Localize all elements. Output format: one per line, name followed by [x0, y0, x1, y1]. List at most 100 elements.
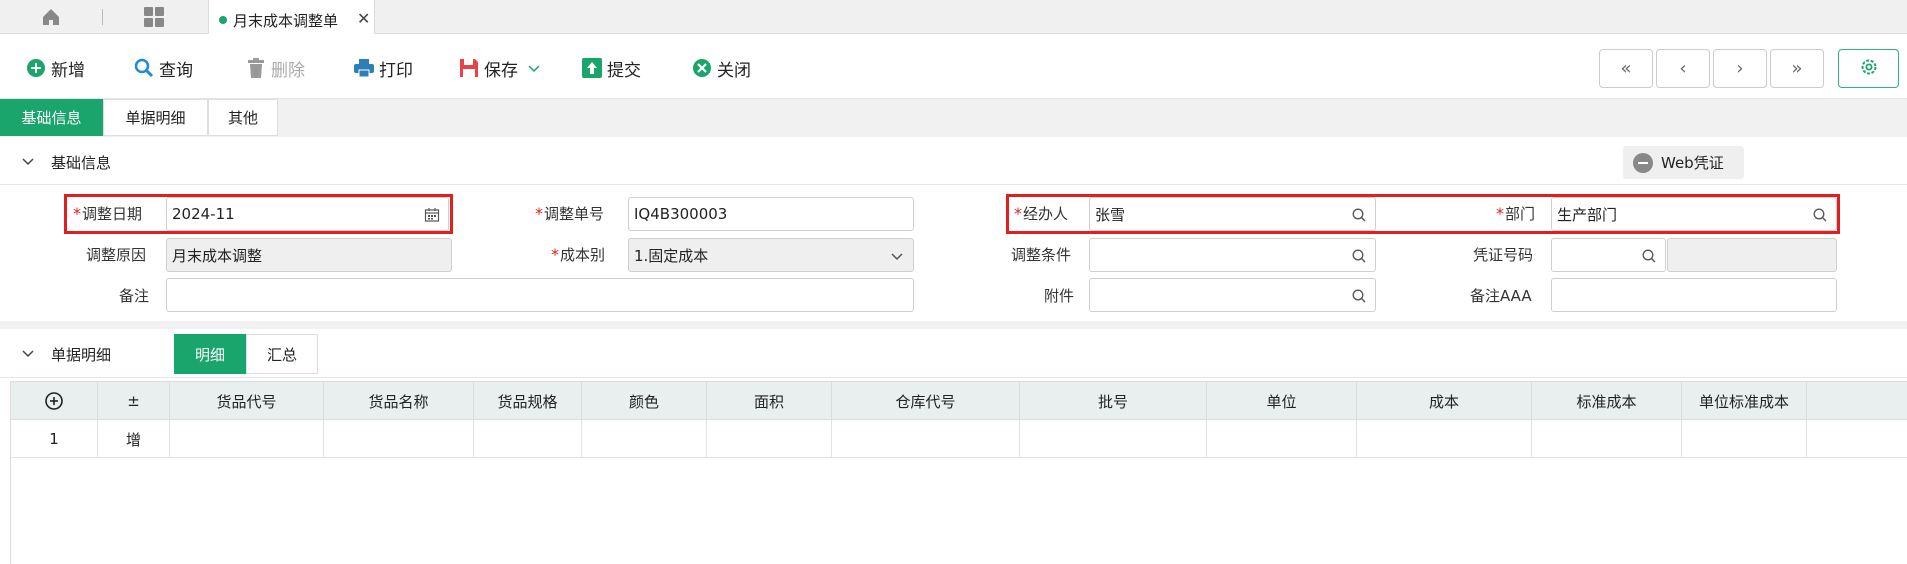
last-record-button[interactable]: » [1770, 49, 1824, 88]
chevron-down-icon[interactable] [528, 58, 540, 78]
column-header[interactable]: 货品代号 [170, 382, 324, 420]
adjust-cond-label: 调整条件 [1011, 246, 1072, 264]
adjust-no-value: IQ4B300003 [634, 205, 728, 223]
tab-summary[interactable]: 汇总 [246, 334, 318, 374]
table-cell[interactable] [170, 420, 324, 458]
search-icon[interactable] [1351, 248, 1367, 264]
table-cell[interactable] [832, 420, 1020, 458]
adjust-reason-field[interactable]: 月末成本调整 [166, 238, 452, 272]
row-index: 1 [11, 420, 98, 458]
chevron-down-icon[interactable] [20, 154, 36, 170]
section-title: 单据明细 [51, 346, 112, 364]
submit-button[interactable]: 提交 [581, 56, 641, 81]
submit-label: 提交 [607, 60, 641, 81]
table-cell[interactable] [707, 420, 832, 458]
search-icon[interactable] [1351, 207, 1367, 223]
column-header[interactable]: 货品名称 [324, 382, 474, 420]
voucher-no-label: 凭证号码 [1473, 246, 1534, 264]
adjust-no-label: *调整单号 [535, 204, 605, 223]
basic-info-section-header[interactable]: 基础信息 [0, 139, 1907, 185]
table-cell[interactable] [1532, 420, 1682, 458]
search-icon[interactable] [1641, 248, 1657, 264]
handler-label: *经办人 [1014, 204, 1069, 223]
adjust-reason-value: 月末成本调整 [172, 246, 263, 265]
document-tab[interactable]: 月末成本调整单 ✕ [208, 0, 375, 35]
previous-record-button[interactable]: ‹ [1656, 49, 1710, 88]
table-cell[interactable] [474, 420, 582, 458]
query-button[interactable]: 查询 [133, 56, 193, 81]
table-cell[interactable] [1207, 420, 1357, 458]
section-title: 基础信息 [51, 154, 112, 172]
chevron-down-icon[interactable] [20, 346, 36, 362]
first-record-button[interactable]: « [1599, 49, 1653, 88]
column-header[interactable]: 颜色 [582, 382, 707, 420]
close-tab-icon[interactable]: ✕ [357, 9, 370, 28]
floppy-disk-icon [458, 57, 480, 79]
column-header[interactable]: 标准成本 [1532, 382, 1682, 420]
attachment-field[interactable] [1089, 278, 1376, 312]
detail-grid: ± 货品代号 货品名称 货品规格 颜色 面积 仓库代号 批号 单位 成本 标准成… [10, 381, 1907, 564]
new-label: 新增 [51, 60, 85, 81]
minus-circle-icon [1633, 152, 1653, 173]
cost-type-value: 1.固定成本 [634, 246, 709, 265]
grid-header: ± 货品代号 货品名称 货品规格 颜色 面积 仓库代号 批号 单位 成本 标准成… [11, 382, 1907, 420]
column-header[interactable]: 单位 [1207, 382, 1357, 420]
column-header[interactable]: 成本 [1357, 382, 1532, 420]
new-button[interactable]: 新增 [25, 56, 85, 81]
column-header[interactable]: 仓库代号 [832, 382, 1020, 420]
upload-icon [581, 57, 603, 79]
print-label: 打印 [379, 60, 413, 81]
gear-icon [1859, 57, 1879, 81]
tab-bar: 月末成本调整单 ✕ [0, 0, 1907, 35]
tab-basic-info[interactable]: 基础信息 [0, 99, 103, 136]
table-cell[interactable] [324, 420, 474, 458]
remark-field[interactable] [166, 278, 914, 312]
page-tabs: 基础信息 单据明细 其他 [0, 99, 1907, 137]
adjust-date-field[interactable]: 2024-11 [166, 197, 449, 231]
adjust-cond-field[interactable] [1089, 238, 1376, 272]
next-record-button[interactable]: › [1713, 49, 1767, 88]
column-header[interactable]: 单位标准成本 [1682, 382, 1807, 420]
calendar-icon[interactable] [424, 207, 440, 223]
document-tab-label: 月末成本调整单 [233, 12, 339, 30]
home-icon[interactable] [40, 6, 62, 28]
section-divider [0, 321, 1907, 329]
web-voucher-button[interactable]: Web凭证 [1623, 146, 1744, 179]
close-button[interactable]: 关闭 [691, 56, 751, 81]
chevron-down-icon[interactable] [889, 248, 905, 264]
print-button[interactable]: 打印 [353, 56, 413, 81]
adjust-no-field[interactable]: IQ4B300003 [628, 197, 914, 231]
column-header[interactable]: ± [98, 382, 170, 420]
handler-field[interactable]: 张雪 [1089, 197, 1376, 231]
adjust-reason-label: 调整原因 [86, 246, 147, 264]
search-icon [133, 57, 155, 79]
table-cell[interactable] [582, 420, 707, 458]
delete-button[interactable]: 删除 [245, 56, 305, 81]
table-row[interactable]: 1 增 [11, 420, 1907, 458]
grid-apps-icon[interactable] [143, 6, 165, 28]
remark-aaa-field[interactable] [1551, 278, 1837, 312]
column-header[interactable]: 货品规格 [474, 382, 582, 420]
column-header[interactable]: 面积 [707, 382, 832, 420]
close-circle-icon [691, 57, 713, 79]
search-icon[interactable] [1351, 288, 1367, 304]
detail-tabs: 明细 汇总 [174, 334, 318, 374]
tab-bill-detail[interactable]: 单据明细 [103, 99, 208, 136]
save-button[interactable]: 保存 [458, 56, 540, 81]
settings-button[interactable] [1838, 49, 1899, 88]
tab-detail[interactable]: 明细 [174, 334, 246, 374]
cost-type-label: *成本别 [551, 245, 606, 264]
search-icon[interactable] [1812, 207, 1828, 223]
cost-type-select[interactable]: 1.固定成本 [628, 238, 914, 272]
add-row-icon[interactable] [11, 382, 98, 420]
table-cell[interactable] [1682, 420, 1807, 458]
dept-label: *部门 [1496, 204, 1536, 223]
table-cell[interactable] [1020, 420, 1207, 458]
voucher-no-field[interactable] [1551, 238, 1666, 272]
active-dot-icon [219, 16, 227, 24]
adjust-date-value: 2024-11 [172, 205, 235, 223]
dept-field[interactable]: 生产部门 [1551, 197, 1837, 231]
column-header[interactable]: 批号 [1020, 382, 1207, 420]
tab-other[interactable]: 其他 [208, 99, 278, 136]
table-cell[interactable] [1357, 420, 1532, 458]
